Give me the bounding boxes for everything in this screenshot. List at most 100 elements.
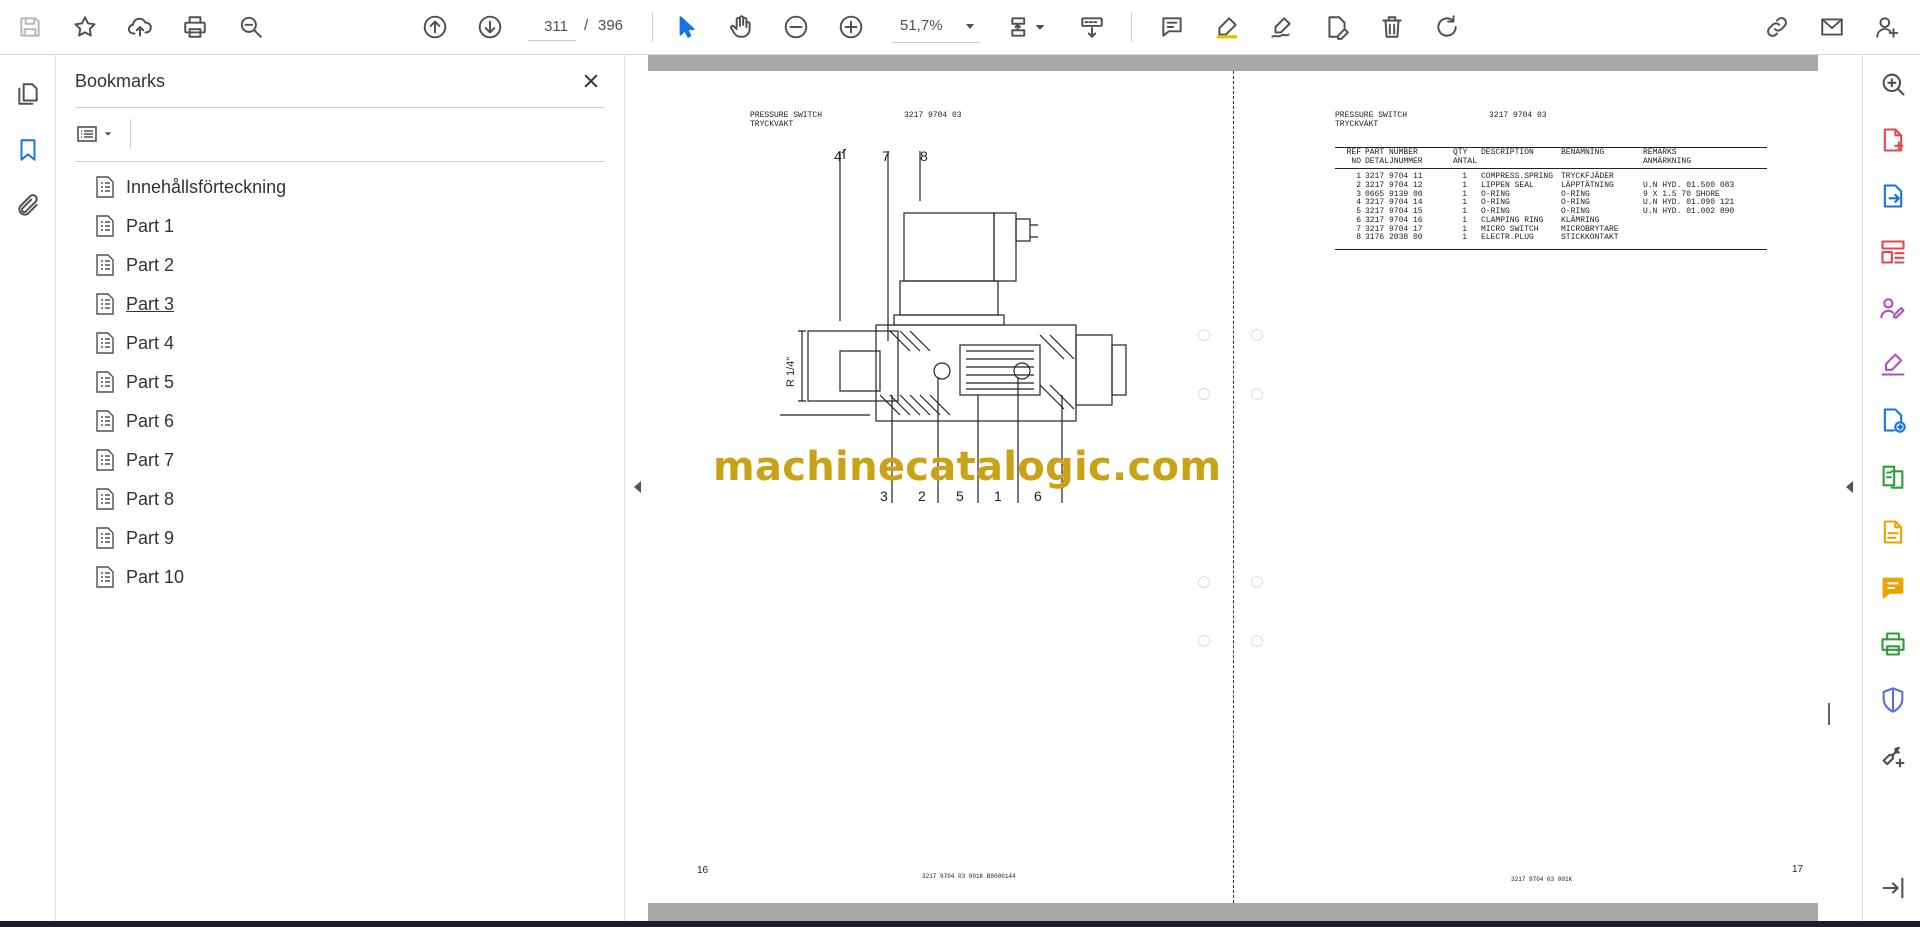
bookmark-page-icon bbox=[96, 293, 114, 315]
previous-page-icon[interactable] bbox=[418, 10, 452, 44]
find-search-icon[interactable] bbox=[234, 10, 268, 44]
bookmark-label: Innehållsförteckning bbox=[126, 176, 287, 197]
page-fit-chevron-icon[interactable] bbox=[1030, 10, 1050, 44]
bookmarks-panel: Bookmarks Innehållsförteckning Part 1 Pa… bbox=[57, 55, 625, 921]
zoom-tool-icon[interactable] bbox=[1877, 68, 1909, 100]
more-tools-icon[interactable] bbox=[1877, 740, 1909, 772]
tools-rail bbox=[1862, 55, 1920, 921]
share-link-icon[interactable] bbox=[1760, 10, 1794, 44]
vertical-scrollbar[interactable] bbox=[1818, 55, 1846, 921]
hand-pan-icon[interactable] bbox=[724, 10, 758, 44]
right-page-number: 17 bbox=[1792, 864, 1804, 875]
zoom-out-icon[interactable] bbox=[779, 10, 813, 44]
bookmark-item[interactable]: Part 3 bbox=[95, 289, 174, 319]
table-header: NO DETALJNUMMER ANTAL ANMÄRKNING bbox=[1351, 156, 1692, 166]
create-pdf-icon[interactable] bbox=[1877, 124, 1909, 156]
print-icon[interactable] bbox=[178, 10, 212, 44]
thread-label: R 1/4" bbox=[785, 357, 797, 387]
bookmark-page-icon bbox=[96, 488, 114, 510]
title-line2: TRYCKVAKT bbox=[1335, 120, 1379, 129]
bookmark-page-icon bbox=[96, 176, 114, 198]
highlight-pen-icon[interactable] bbox=[1210, 10, 1244, 44]
main-toolbar: / 396 51,7% bbox=[0, 0, 1920, 55]
right-page-footer: 3217 9704 03 001K bbox=[1511, 876, 1573, 883]
delete-trash-icon[interactable] bbox=[1375, 10, 1409, 44]
bookmark-label: Part 8 bbox=[126, 488, 175, 509]
parts-table: REF PART NUMBER QTY DESCRIPTION BENÄMNIN… bbox=[1335, 147, 1767, 250]
print-production-icon[interactable] bbox=[1877, 628, 1909, 660]
bookmark-item[interactable]: Part 7 bbox=[95, 445, 174, 475]
bookmark-label: Part 9 bbox=[126, 527, 175, 548]
expand-right-panel-icon[interactable] bbox=[1846, 481, 1853, 493]
upload-cloud-icon[interactable] bbox=[123, 10, 157, 44]
draw-signature-icon[interactable] bbox=[1265, 10, 1299, 44]
close-panel-icon[interactable] bbox=[577, 67, 605, 95]
zoom-dropdown[interactable]: 51,7% bbox=[892, 13, 980, 43]
next-page-icon[interactable] bbox=[473, 10, 507, 44]
scroll-mode-icon[interactable] bbox=[1075, 10, 1109, 44]
bookmark-page-icon bbox=[96, 449, 114, 471]
expand-panel-icon[interactable] bbox=[1877, 872, 1909, 904]
bookmark-page-icon bbox=[96, 527, 114, 549]
bookmark-item[interactable]: Innehållsförteckning bbox=[95, 172, 286, 202]
bookmark-label: Part 4 bbox=[126, 332, 175, 353]
chevron-down-icon bbox=[104, 132, 112, 136]
callout-label: 1 bbox=[994, 488, 1002, 504]
compare-files-icon[interactable] bbox=[1877, 460, 1909, 492]
bookmark-item[interactable]: Part 1 bbox=[95, 211, 174, 241]
bookmark-page-icon bbox=[96, 410, 114, 432]
fold-line bbox=[1233, 71, 1234, 903]
comment-tool-icon[interactable] bbox=[1877, 572, 1909, 604]
fill-sign-icon[interactable] bbox=[1877, 348, 1909, 380]
list-options-icon bbox=[77, 126, 97, 142]
organize-pages-icon[interactable] bbox=[1877, 236, 1909, 268]
bookmark-label: Part 5 bbox=[126, 371, 175, 392]
bookmark-item[interactable]: Part 10 bbox=[95, 562, 184, 592]
add-user-icon[interactable] bbox=[1870, 10, 1904, 44]
bookmark-page-icon bbox=[96, 371, 114, 393]
bookmark-options-button[interactable] bbox=[75, 119, 125, 149]
edit-pdf-icon[interactable] bbox=[1320, 10, 1354, 44]
bookmark-item[interactable]: Part 4 bbox=[95, 328, 174, 358]
bookmark-item[interactable]: Part 8 bbox=[95, 484, 174, 514]
zoom-value: 51,7% bbox=[900, 17, 943, 34]
page-number-input[interactable] bbox=[528, 13, 576, 41]
rotate-icon[interactable] bbox=[1430, 10, 1464, 44]
export-pdf-icon[interactable] bbox=[1877, 180, 1909, 212]
callout-label: 8 bbox=[920, 148, 928, 164]
save-icon[interactable] bbox=[13, 10, 47, 44]
divider bbox=[75, 107, 605, 108]
comment-icon[interactable] bbox=[1155, 10, 1189, 44]
callout-label: 4 bbox=[834, 148, 842, 164]
bookmark-item[interactable]: Part 2 bbox=[95, 250, 174, 280]
select-cursor-icon[interactable] bbox=[669, 10, 703, 44]
callout-label: 3 bbox=[880, 488, 888, 504]
bookmark-label: Part 10 bbox=[126, 566, 185, 587]
bookmark-page-icon bbox=[96, 332, 114, 354]
chevron-down-icon bbox=[966, 24, 974, 29]
email-icon[interactable] bbox=[1815, 10, 1849, 44]
star-bookmark-icon[interactable] bbox=[68, 10, 102, 44]
bookmark-page-icon bbox=[96, 215, 114, 237]
bookmark-item[interactable]: Part 6 bbox=[95, 406, 174, 436]
callout-label: 7 bbox=[882, 148, 890, 164]
page-thumbnails-icon[interactable] bbox=[11, 77, 45, 111]
protect-shield-icon[interactable] bbox=[1877, 684, 1909, 716]
bookmarks-icon[interactable] bbox=[11, 133, 45, 167]
bookmark-item[interactable]: Part 9 bbox=[95, 523, 174, 553]
left-page-footer: 3217 9704 03 001K B8000144 bbox=[922, 873, 1016, 880]
send-review-icon[interactable] bbox=[1877, 404, 1909, 436]
attachments-icon[interactable] bbox=[11, 189, 45, 223]
scrollbar-thumb[interactable] bbox=[1828, 703, 1830, 725]
total-pages: 396 bbox=[598, 17, 624, 34]
bookmark-label: Part 3 bbox=[126, 293, 175, 314]
zoom-in-icon[interactable] bbox=[834, 10, 868, 44]
right-part-code: 3217 9704 03 bbox=[1489, 111, 1547, 120]
collapse-left-panel-icon[interactable] bbox=[634, 481, 641, 493]
bookmark-page-icon bbox=[96, 254, 114, 276]
bookmark-label: Part 1 bbox=[126, 215, 175, 236]
left-navigation-rail bbox=[0, 55, 56, 921]
scan-ocr-icon[interactable] bbox=[1877, 516, 1909, 548]
bookmark-item[interactable]: Part 5 bbox=[95, 367, 174, 397]
request-signatures-icon[interactable] bbox=[1877, 292, 1909, 324]
